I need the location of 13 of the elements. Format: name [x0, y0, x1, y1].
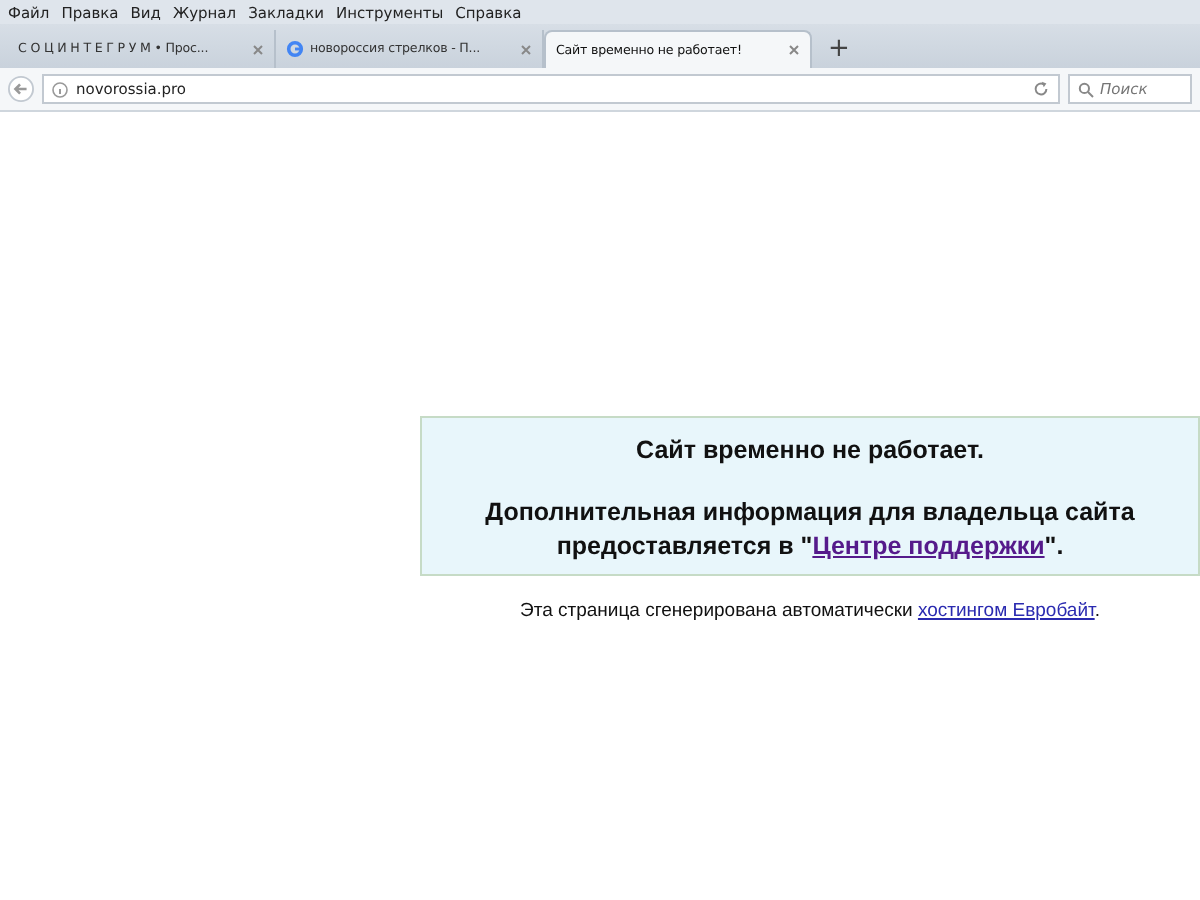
new-tab-button[interactable]: +: [812, 30, 866, 68]
info-icon[interactable]: [52, 81, 68, 97]
close-icon[interactable]: [252, 43, 264, 55]
notice-message: Дополнительная информация для владельца сайта предоставляется в "Центре поддержки".: [483, 496, 1137, 562]
footer-text: Эта страница сгенерирована автоматически хостингом Евробайт.: [518, 599, 1102, 622]
support-link[interactable]: Центре поддержки: [812, 531, 1045, 559]
hosting-link[interactable]: хостингом Евробайт: [917, 599, 1095, 622]
search-icon: [1078, 81, 1094, 97]
close-icon[interactable]: [788, 44, 800, 56]
notice-title: Сайт временно не работает.: [634, 434, 986, 467]
reload-icon[interactable]: [1032, 80, 1050, 98]
back-icon[interactable]: [8, 76, 34, 102]
close-icon[interactable]: [520, 43, 532, 55]
